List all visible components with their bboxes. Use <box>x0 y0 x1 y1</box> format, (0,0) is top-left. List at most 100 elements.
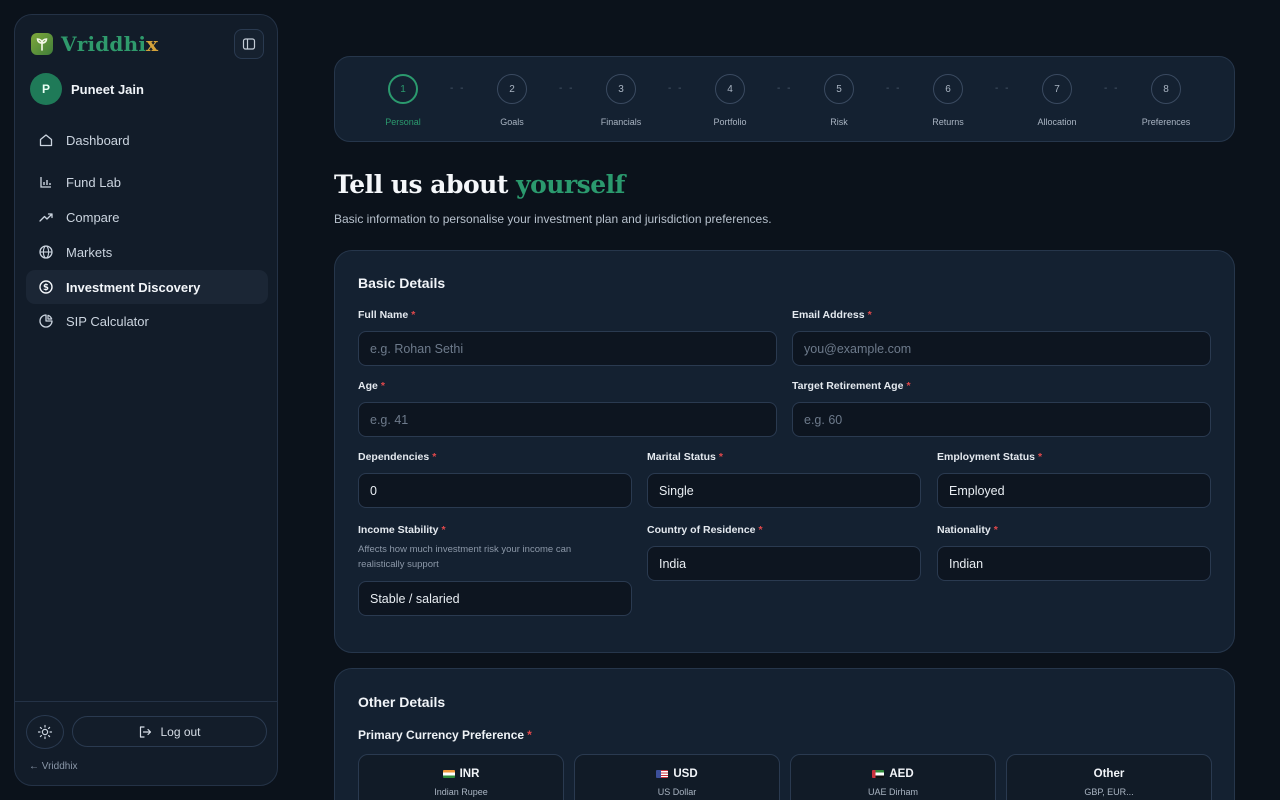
step-preferences[interactable]: 8 Preferences <box>1126 74 1206 127</box>
user-name: Puneet Jain <box>71 81 144 97</box>
uae-flag-icon <box>872 770 885 778</box>
step-number: 5 <box>824 74 854 104</box>
globe-icon <box>39 245 53 259</box>
user-profile[interactable]: P Puneet Jain <box>30 73 144 105</box>
retirement-age-field[interactable]: e.g. 60 <box>792 402 1211 437</box>
country-label: Country of Residence * <box>647 524 763 536</box>
step-separator: - - <box>886 83 902 94</box>
country-select[interactable]: India <box>647 546 921 581</box>
step-number: 3 <box>606 74 636 104</box>
sidebar-item-label: SIP Calculator <box>66 313 149 329</box>
sidebar-toggle-icon <box>242 38 256 50</box>
income-stability-label: Income Stability * <box>358 524 446 536</box>
currency-option-inr[interactable]: INR Indian Rupee <box>358 754 564 800</box>
india-flag-icon <box>442 770 455 778</box>
currency-name: UAE Dirham <box>867 787 918 797</box>
sidebar-item-label: Compare <box>66 209 120 225</box>
step-number: 4 <box>715 74 745 104</box>
currency-option-other[interactable]: Other GBP, EUR... <box>1006 754 1212 800</box>
currency-name: Indian Rupee <box>434 787 488 797</box>
marital-status-label: Marital Status * <box>647 451 723 463</box>
step-separator: - - <box>1104 83 1120 94</box>
currency-code: Other <box>1093 768 1125 780</box>
step-goals[interactable]: 2 Goals <box>472 74 552 127</box>
step-number: 1 <box>388 74 418 104</box>
sun-icon <box>37 724 53 740</box>
dollar-circle-icon: $ <box>39 280 53 294</box>
sidebar-item-label: Fund Lab <box>66 174 121 190</box>
currency-code: AED <box>791 768 995 780</box>
card-title: Basic Details <box>358 275 446 291</box>
brand[interactable]: Vriddhix <box>31 32 158 56</box>
sidebar-item-fund-lab[interactable]: Fund Lab <box>26 165 268 199</box>
employment-status-select[interactable]: Employed <box>937 473 1211 508</box>
progress-stepper: 1 Personal 2 Goals 3 Financials 4 Portfo… <box>334 56 1235 142</box>
full-name-label: Full Name * <box>358 309 416 321</box>
pie-chart-icon <box>39 314 53 328</box>
card-title: Other Details <box>358 694 446 710</box>
step-separator: - - <box>559 83 575 94</box>
currency-code: INR <box>359 768 563 780</box>
email-label: Email Address * <box>792 309 872 321</box>
page-subtitle: Basic information to personalise your in… <box>334 212 772 226</box>
currency-code: USD <box>575 768 779 780</box>
step-label: Risk <box>830 117 848 127</box>
step-label: Goals <box>500 117 524 127</box>
back-link[interactable]: ← Vriddhix <box>29 761 78 772</box>
age-label: Age * <box>358 380 385 392</box>
step-allocation[interactable]: 7 Allocation <box>1017 74 1097 127</box>
page-title: Tell us about yourself <box>334 170 625 199</box>
currency-preference-label: Primary Currency Preference * <box>358 728 532 742</box>
age-field[interactable]: e.g. 41 <box>358 402 777 437</box>
sidebar-item-sip-calculator[interactable]: SIP Calculator <box>26 304 268 338</box>
logout-button[interactable]: Log out <box>72 716 267 747</box>
marital-status-select[interactable]: Single <box>647 473 921 508</box>
brand-logo-icon <box>31 33 53 55</box>
step-number: 8 <box>1151 74 1181 104</box>
income-stability-help: Affects how much investment risk your in… <box>358 544 572 570</box>
sidebar-collapse-button[interactable] <box>234 29 264 59</box>
home-icon <box>39 134 53 147</box>
sidebar-item-compare[interactable]: Compare <box>26 200 268 234</box>
sidebar-item-investment-discovery[interactable]: $ Investment Discovery <box>26 270 268 304</box>
dependencies-field[interactable]: 0 <box>358 473 632 508</box>
sidebar-divider <box>15 701 277 702</box>
employment-status-label: Employment Status * <box>937 451 1043 463</box>
basic-details-card: Basic Details Full Name * e.g. Rohan Seth… <box>334 250 1235 653</box>
sidebar: Vriddhix P Puneet Jain Dashboard Fund La… <box>14 14 278 786</box>
retirement-age-label: Target Retirement Age * <box>792 380 911 392</box>
step-label: Financials <box>600 117 642 127</box>
income-stability-select[interactable]: Stable / salaried <box>358 581 632 616</box>
step-personal[interactable]: 1 Personal <box>363 74 443 127</box>
currency-name: US Dollar <box>657 787 697 797</box>
step-returns[interactable]: 6 Returns <box>908 74 988 127</box>
step-label: Preferences <box>1141 117 1191 127</box>
step-separator: - - <box>450 83 466 94</box>
step-number: 7 <box>1042 74 1072 104</box>
step-portfolio[interactable]: 4 Portfolio <box>690 74 770 127</box>
sidebar-item-label: Markets <box>66 244 113 260</box>
step-label: Portfolio <box>713 117 747 127</box>
step-label: Returns <box>932 117 964 127</box>
theme-toggle-button[interactable] <box>26 715 64 749</box>
brand-name: Vriddhix <box>61 32 159 56</box>
step-separator: - - <box>995 83 1011 94</box>
logout-label: Log out <box>160 724 201 739</box>
sidebar-item-markets[interactable]: Markets <box>26 235 268 269</box>
currency-option-usd[interactable]: USD US Dollar <box>574 754 780 800</box>
email-field[interactable]: you@example.com <box>792 331 1211 366</box>
logout-icon <box>140 725 152 738</box>
step-number: 2 <box>497 74 527 104</box>
svg-text:$: $ <box>43 283 49 293</box>
nationality-select[interactable]: Indian <box>937 546 1211 581</box>
bar-chart-icon <box>40 177 51 188</box>
currency-option-aed[interactable]: AED UAE Dirham <box>790 754 996 800</box>
us-flag-icon <box>656 770 669 778</box>
step-label: Personal <box>385 117 421 127</box>
step-financials[interactable]: 3 Financials <box>581 74 661 127</box>
step-risk[interactable]: 5 Risk <box>799 74 879 127</box>
currency-name: GBP, EUR... <box>1084 787 1134 797</box>
avatar: P <box>30 73 62 105</box>
sidebar-item-dashboard[interactable]: Dashboard <box>26 123 268 157</box>
full-name-field[interactable]: e.g. Rohan Sethi <box>358 331 777 366</box>
